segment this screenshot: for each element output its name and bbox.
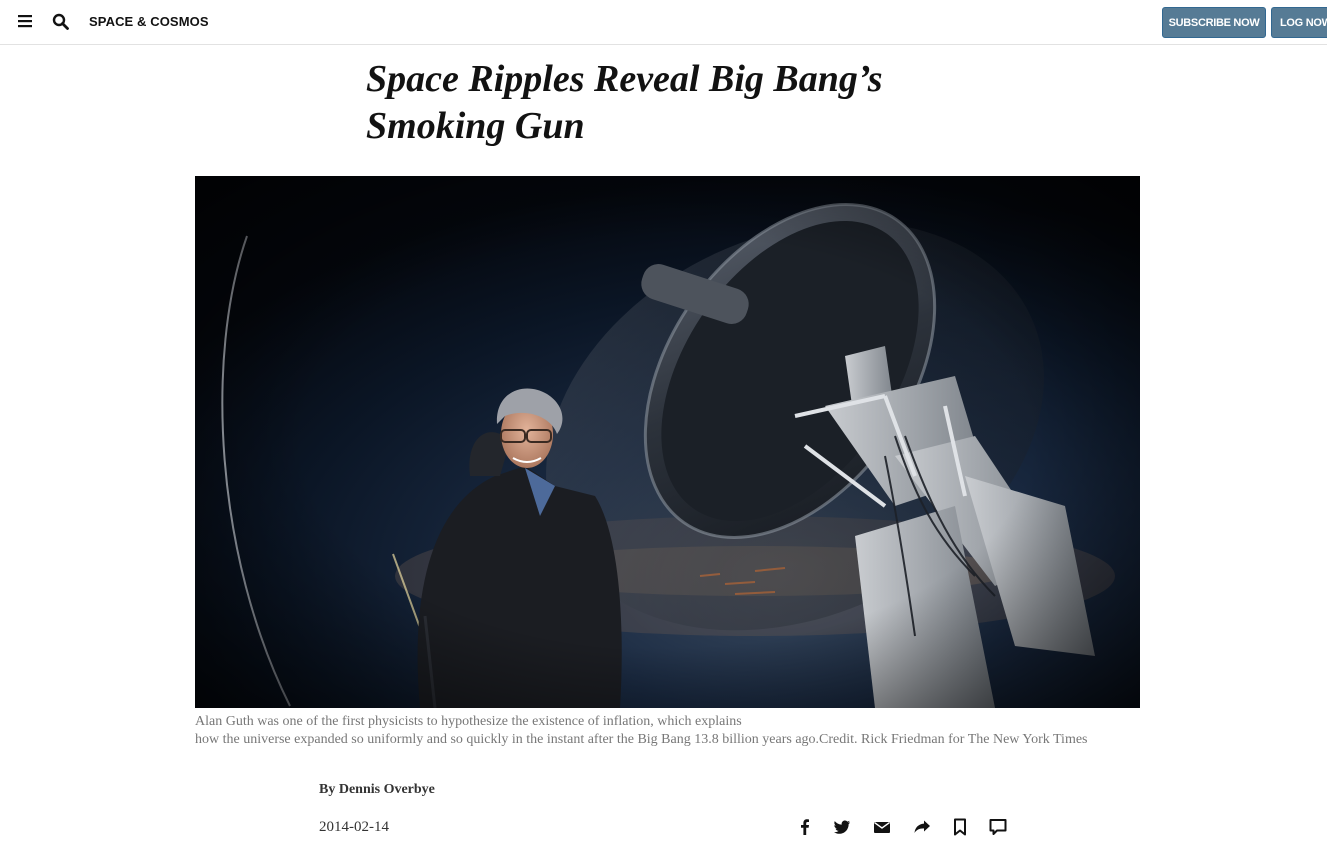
top-bar: SPACE & COSMOS SUBSCRIBE NOW LOG NOW (0, 0, 1327, 45)
caption-line-1: Alan Guth was one of the first physicist… (195, 714, 742, 729)
email-icon[interactable] (872, 817, 892, 837)
share-icon[interactable] (912, 817, 932, 837)
section-name-link[interactable]: SPACE & COSMOS (89, 14, 209, 29)
hero-photo (195, 176, 1140, 708)
article-headline: Space Ripples Reveal Big Bang’s Smoking … (366, 56, 1006, 150)
hamburger-menu-icon[interactable] (18, 14, 34, 28)
caption-line-2: how the universe expanded so uniformly a… (195, 732, 1088, 747)
bookmark-icon[interactable] (950, 817, 970, 837)
headline-line-2: Smoking Gun (366, 105, 585, 147)
comment-icon[interactable] (988, 817, 1008, 837)
publish-date: 2014-02-14 (319, 819, 389, 835)
search-icon[interactable] (52, 13, 70, 31)
photo-caption: Alan Guth was one of the first physicist… (195, 713, 1140, 749)
headline-line-1: Space Ripples Reveal Big Bang’s (366, 58, 883, 100)
facebook-icon[interactable] (795, 817, 815, 837)
subscribe-button[interactable]: SUBSCRIBE NOW (1162, 7, 1266, 38)
twitter-icon[interactable] (832, 817, 852, 837)
byline[interactable]: By Dennis Overbye (319, 782, 435, 798)
login-button[interactable]: LOG NOW (1271, 7, 1327, 38)
